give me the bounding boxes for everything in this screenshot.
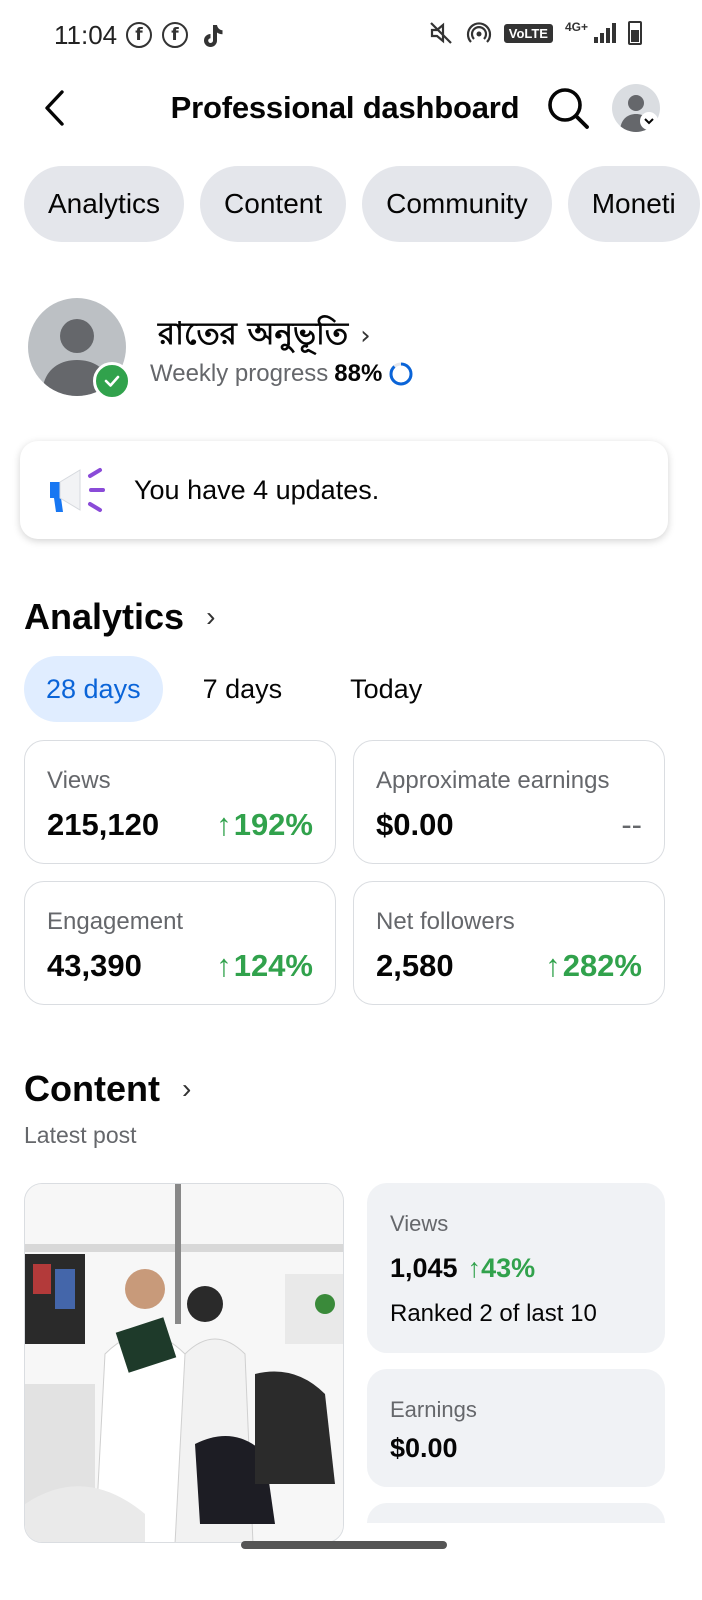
chevron-right-icon: ›	[360, 321, 371, 351]
verified-check-icon	[93, 362, 131, 400]
arrow-up-icon: ↑	[545, 948, 561, 983]
post-views-card[interactable]: Views 1,045 ↑43% Ranked 2 of last 10	[367, 1183, 665, 1353]
updates-card[interactable]: You have 4 updates.	[20, 441, 668, 539]
status-system-icons: VoLTE 4G+	[428, 20, 642, 46]
post-metric-card-partial[interactable]	[367, 1503, 665, 1523]
analytics-title: Analytics	[24, 596, 185, 637]
stat-value: 2,580	[376, 948, 454, 983]
tab-content[interactable]: Content	[200, 166, 347, 242]
post-views-change: ↑43%	[467, 1253, 536, 1283]
stat-value: 215,120	[47, 807, 160, 842]
post-earnings-value: $0.00	[390, 1433, 458, 1463]
tab-community[interactable]: Community	[362, 166, 552, 242]
latest-post-label: Latest post	[24, 1122, 137, 1148]
stat-label: Approximate earnings	[376, 767, 610, 794]
hotspot-icon	[466, 22, 491, 43]
analytics-section-link[interactable]: Analytics ›	[24, 596, 215, 638]
post-earnings-label: Earnings	[390, 1397, 477, 1422]
status-notification-icons: f f	[126, 22, 226, 50]
content-title: Content	[24, 1068, 160, 1109]
chevron-down-icon	[640, 112, 658, 130]
post-photo	[25, 1184, 343, 1542]
search-button[interactable]	[544, 84, 592, 132]
post-views-value: 1,045 ↑43%	[390, 1253, 536, 1283]
megaphone-icon	[50, 468, 105, 512]
range-28-days[interactable]: 28 days	[24, 656, 163, 722]
tab-analytics[interactable]: Analytics	[24, 166, 185, 242]
post-views-label: Views	[390, 1211, 449, 1236]
profile-name: রাতের অনুভূতি	[158, 316, 349, 352]
stat-label: Views	[47, 767, 111, 794]
facebook-icon: f	[126, 22, 152, 48]
status-bar: 11:04 f f VoLTE 4G+	[0, 0, 702, 72]
stat-card-net-followers[interactable]: Net followers 2,580 ↑282%	[353, 881, 665, 1005]
updates-text: You have 4 updates.	[134, 474, 380, 505]
mute-icon	[429, 22, 452, 44]
weekly-progress: Weekly progress 88%	[150, 360, 414, 388]
dashboard-tabs: Analytics Content Community Moneti	[24, 166, 700, 242]
stat-label: Engagement	[47, 908, 184, 935]
stat-value: $0.00	[376, 807, 454, 842]
signal-icon	[594, 23, 616, 43]
page-title: Professional dashboard	[170, 90, 520, 125]
stat-change: ↑192%	[216, 807, 313, 842]
app-header: Professional dashboard	[0, 72, 702, 148]
facebook-icon: f	[162, 22, 188, 48]
weekly-progress-label: Weekly progress	[150, 360, 329, 387]
stat-card-earnings[interactable]: Approximate earnings $0.00 --	[353, 740, 665, 864]
chevron-right-icon: ›	[206, 601, 216, 632]
weekly-progress-value: 88%	[334, 360, 383, 387]
latest-post-thumbnail[interactable]	[24, 1183, 344, 1543]
network-type: 4G+	[564, 20, 588, 34]
stat-change: --	[621, 807, 642, 842]
arrow-up-icon: ↑	[216, 807, 232, 842]
content-section-link[interactable]: Content ›	[24, 1068, 191, 1110]
date-range-tabs: 28 days 7 days Today	[24, 656, 444, 722]
post-earnings-card[interactable]: Earnings $0.00	[367, 1369, 665, 1487]
stat-card-views[interactable]: Views 215,120 ↑192%	[24, 740, 336, 864]
battery-icon	[628, 21, 642, 45]
arrow-up-icon: ↑	[216, 948, 232, 983]
chevron-right-icon: ›	[181, 1073, 192, 1104]
stat-card-engagement[interactable]: Engagement 43,390 ↑124%	[24, 881, 336, 1005]
home-indicator[interactable]	[241, 1541, 447, 1549]
stat-change: ↑282%	[545, 948, 642, 983]
profile-name-link[interactable]: রাতের অনুভূতি ›	[158, 310, 371, 362]
stat-change: ↑124%	[216, 948, 313, 983]
arrow-up-icon: ↑	[467, 1253, 482, 1283]
status-time: 11:04	[54, 20, 118, 50]
range-7-days[interactable]: 7 days	[181, 656, 305, 722]
search-icon	[548, 88, 589, 129]
stat-value: 43,390	[47, 948, 142, 983]
volte-badge: VoLTE	[503, 23, 553, 43]
tiktok-icon	[204, 25, 223, 47]
range-today[interactable]: Today	[328, 656, 444, 722]
post-rank: Ranked 2 of last 10	[390, 1300, 597, 1327]
stat-label: Net followers	[376, 908, 515, 935]
progress-ring-icon	[389, 362, 413, 386]
tab-monetization[interactable]: Moneti	[567, 166, 700, 242]
